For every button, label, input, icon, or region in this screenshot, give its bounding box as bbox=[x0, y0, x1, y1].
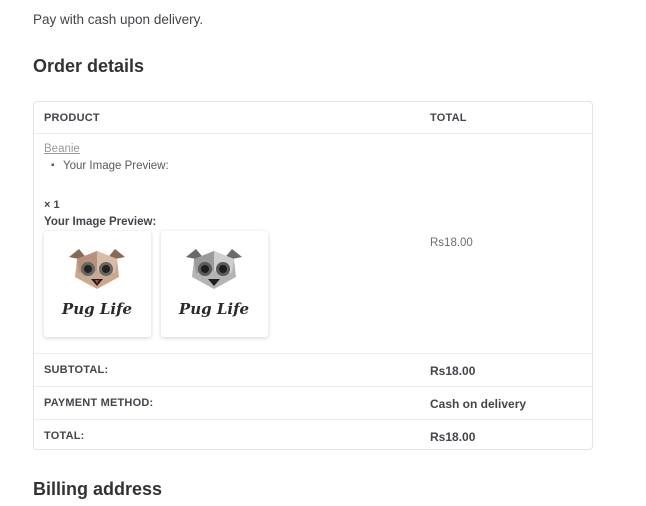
payment-method-label: PAYMENT METHOD: bbox=[44, 397, 154, 409]
subtotal-label: SUBTOTAL: bbox=[44, 364, 109, 376]
subtotal-row: SUBTOTAL: Rs18.00 bbox=[34, 353, 592, 387]
total-value: Rs18.00 bbox=[430, 430, 476, 444]
order-details-table: PRODUCT TOTAL Beanie Your Image Preview:… bbox=[33, 101, 593, 450]
preview-thumbnail-grayscale[interactable]: Pug Life bbox=[161, 231, 268, 337]
pug-life-caption: Pug Life bbox=[178, 300, 249, 318]
preview-thumbnail-color[interactable]: Pug Life bbox=[44, 231, 151, 337]
total-column-header: TOTAL bbox=[430, 112, 467, 124]
payment-instructions: Pay with cash upon delivery. bbox=[33, 12, 204, 27]
order-details-heading: Order details bbox=[33, 56, 145, 76]
payment-method-value: Cash on delivery bbox=[430, 397, 527, 411]
pug-life-image: Pug Life bbox=[178, 249, 249, 318]
subtotal-value: Rs18.00 bbox=[430, 364, 476, 378]
product-column-header: PRODUCT bbox=[44, 112, 100, 124]
pug-life-caption: Pug Life bbox=[61, 300, 132, 318]
product-price: Rs18.00 bbox=[430, 237, 473, 249]
total-row: TOTAL: Rs18.00 bbox=[34, 419, 592, 451]
table-header-row: PRODUCT TOTAL bbox=[34, 102, 592, 133]
total-label: TOTAL: bbox=[44, 430, 85, 442]
payment-method-row: PAYMENT METHOD: Cash on delivery bbox=[34, 386, 592, 420]
billing-address-heading: Billing address bbox=[33, 479, 163, 499]
product-row: Beanie Your Image Preview: × 1 Your Imag… bbox=[34, 133, 592, 354]
product-link-beanie[interactable]: Beanie bbox=[44, 143, 80, 155]
image-preview-label: Your Image Preview: bbox=[44, 216, 157, 228]
pug-life-image: Pug Life bbox=[61, 249, 132, 318]
product-quantity: × 1 bbox=[44, 199, 60, 211]
image-preview-bullet: Your Image Preview: bbox=[51, 160, 169, 172]
